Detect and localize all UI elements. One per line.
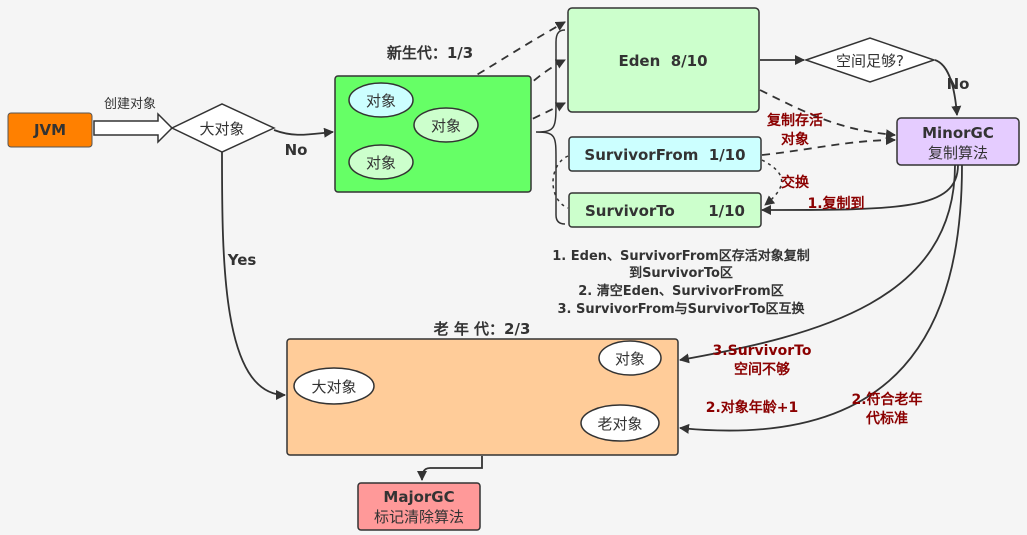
note-line-2: 到SurvivorTo区: [629, 266, 733, 281]
space-enough-decision: 空间足够?: [803, 37, 937, 83]
survivor-to-node: SurvivorTo 1/10: [568, 192, 762, 228]
young-object-2-label: 对象: [431, 117, 461, 135]
no-label-1: No: [285, 141, 308, 159]
minorgc-label-1: MinorGC: [922, 124, 994, 142]
swap-dotted-right: [761, 159, 783, 206]
old-title: 老 年 代：2/3: [433, 320, 531, 338]
jvm-label: JVM: [33, 121, 66, 139]
old-object-label: 对象: [615, 350, 645, 368]
jvm-memory-diagram: JVM 创建对象 大对象 No Yes 新生代：1/3 对象 对象 对象 Ede…: [7, 7, 1020, 531]
swap-label: 交换: [781, 174, 810, 191]
yes-label: Yes: [227, 251, 257, 269]
young-object-1-label: 对象: [366, 92, 396, 110]
age-plus-label: 2.对象年龄+1: [706, 399, 799, 416]
survivor-from-label: SurvivorFrom 1/10: [584, 146, 745, 164]
copy-live-label-2: 对象: [781, 131, 809, 148]
minorgc-node: MinorGC 复制算法: [896, 117, 1020, 166]
jvm-node: JVM: [7, 112, 93, 148]
decision-to-young-arrow: [273, 127, 334, 138]
copy-to-label: 1.复制到: [807, 195, 864, 212]
copy-live-label-1: 复制存活: [766, 112, 823, 129]
big-object-decision-label: 大对象: [199, 120, 244, 138]
jvm-to-decision-arrow: [93, 112, 174, 144]
space-enough-label: 空间足够?: [836, 52, 904, 70]
survivor-from-node: SurvivorFrom 1/10: [568, 136, 762, 172]
minorgc-label-2: 复制算法: [928, 144, 988, 162]
note-line-3: 2. 清空Eden、SurvivorFrom区: [578, 283, 783, 299]
decision-to-old-arrow: [221, 151, 286, 400]
note-line-4: 3. SurvivorFrom与SurvivorTo区互换: [557, 301, 805, 317]
majorgc-label-1: MajorGC: [383, 488, 454, 506]
old-generation: 大对象 对象 老对象: [286, 338, 679, 456]
big-object-decision: 大对象: [170, 103, 276, 153]
majorgc-label-2: 标记清除算法: [374, 508, 464, 526]
no-label-2: No: [947, 75, 970, 93]
survivor-insufficient-label-2: 空间不够: [734, 361, 790, 378]
old-to-majorgc-arrow: [417, 456, 483, 481]
eden-node: Eden 8/10: [567, 7, 760, 113]
survivor-insufficient-label-1: 3.SurvivorTo: [713, 343, 812, 359]
young-object-3-label: 对象: [366, 154, 396, 172]
survivor-to-size: 1/10: [708, 202, 745, 220]
young-brace: [535, 29, 566, 225]
create-object-label: 创建对象: [104, 97, 156, 112]
old-big-object-label: 大对象: [311, 378, 356, 396]
old-standard-label-1: 2.符合老年: [851, 391, 922, 408]
note-line-1: 1. Eden、SurvivorFrom区存活对象复制: [552, 248, 809, 264]
young-generation: 对象 对象 对象: [334, 75, 532, 193]
majorgc-node: MajorGC 标记清除算法: [357, 482, 481, 531]
process-notes: 1. Eden、SurvivorFrom区存活对象复制 到SurvivorTo区…: [552, 248, 809, 317]
young-title: 新生代：1/3: [387, 44, 473, 62]
eden-label: Eden 8/10: [618, 52, 707, 70]
survivor-to-name: SurvivorTo: [585, 202, 675, 220]
old-old-object-label: 老对象: [597, 415, 642, 433]
old-standard-label-2: 代标准: [865, 410, 908, 427]
